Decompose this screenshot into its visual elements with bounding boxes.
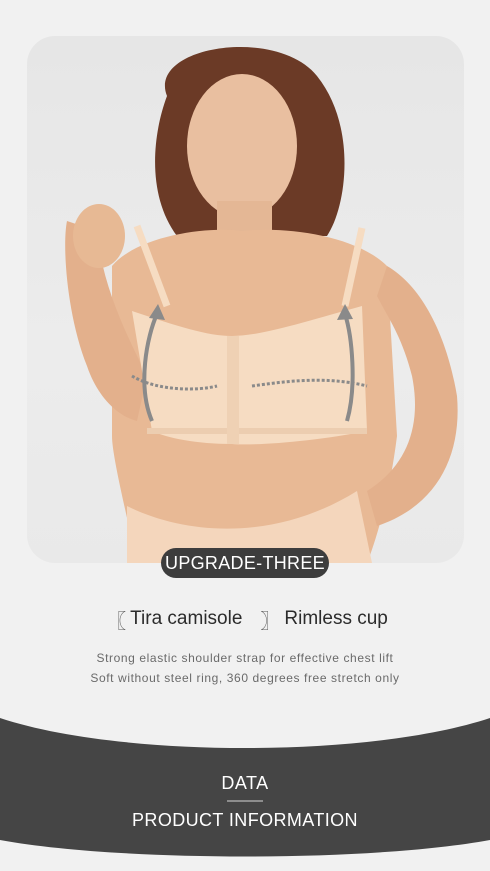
product-detail-page: UPGRADE-THREE 〖 Tira camisole 〗 Rimless … <box>0 0 490 871</box>
bracket-close: 〗 <box>260 610 281 633</box>
feature-rimless-cup: Rimless cup <box>284 608 388 629</box>
product-photo <box>27 36 464 563</box>
product-information-title: PRODUCT INFORMATION <box>132 810 358 830</box>
data-title: DATA <box>221 773 269 793</box>
feature-tira-camisole: Tira camisole <box>130 608 243 629</box>
title-divider <box>227 800 263 802</box>
feature-heading: 〖 Tira camisole 〗 Rimless cup <box>0 604 490 634</box>
description-line-1: Strong elastic shoulder strap for effect… <box>96 651 394 665</box>
upgrade-badge: UPGRADE-THREE <box>161 548 329 578</box>
bracket-open: 〖 <box>106 610 127 633</box>
description-line-2: Soft without steel ring, 360 degrees fre… <box>90 671 400 685</box>
model-wearing-bra-illustration <box>65 47 458 563</box>
